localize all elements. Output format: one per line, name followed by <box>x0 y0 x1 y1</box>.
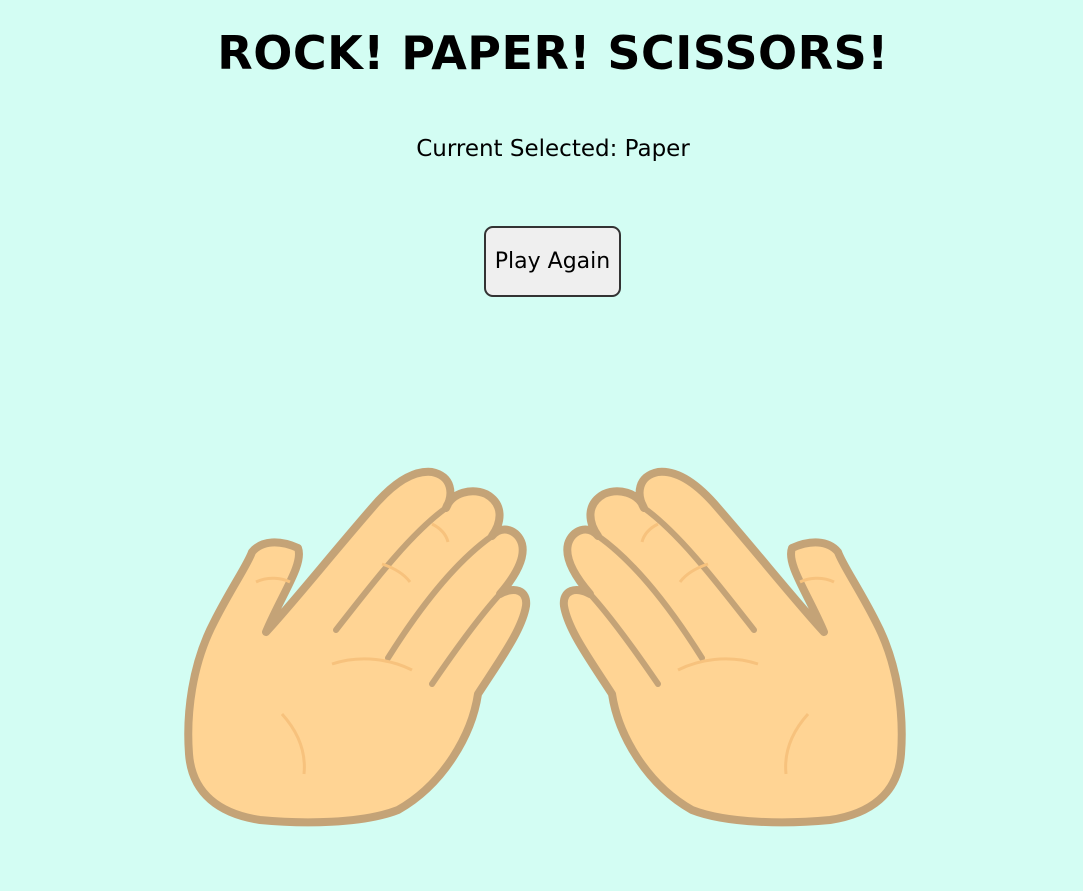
left-hand-icon <box>184 467 531 827</box>
right-hand-icon <box>559 467 906 827</box>
current-selection-text: Current Selected: Paper <box>416 136 690 162</box>
open-hands-paper-icon <box>184 467 906 827</box>
play-again-button[interactable]: Play Again <box>484 226 621 297</box>
game-title: ROCK! PAPER! SCISSORS! <box>217 26 889 80</box>
